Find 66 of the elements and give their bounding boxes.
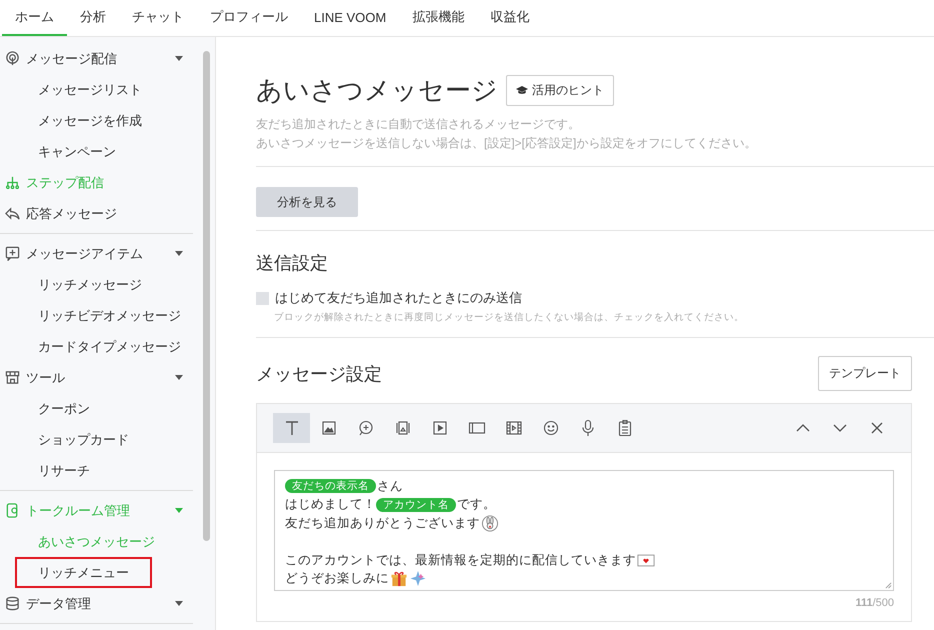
sidebar-item[interactable]: メッセージリスト [0, 74, 193, 105]
template-button[interactable]: テンプレート [818, 356, 912, 391]
note-text: ブロックが解除されたときに再度同じメッセージを送信したくない場合は、チェックを入れてください。 [274, 311, 745, 324]
envelope-emoji-icon [637, 552, 655, 569]
checkbox-label: はじめて友だち追加されたときにのみ送信 [275, 289, 522, 307]
sidebar-item[interactable]: キャンペーン [0, 136, 193, 167]
smiley-icon[interactable] [542, 419, 560, 437]
image-icon[interactable] [320, 419, 338, 437]
sidebar-item[interactable]: リッチメニュー [15, 557, 152, 588]
scrollbar[interactable] [203, 51, 210, 541]
section-heading: 送信設定 [256, 252, 329, 275]
tool-button[interactable] [273, 413, 310, 443]
sidebar-group[interactable]: 応答メッセージ [0, 198, 193, 229]
resize-grip-icon[interactable] [885, 582, 892, 589]
sidebar-item[interactable]: リッチビデオメッセージ [0, 300, 193, 331]
chat-bubble-icon[interactable] [356, 419, 374, 437]
phone-chat-icon [5, 503, 20, 518]
caret-icon [175, 375, 183, 380]
database-icon [5, 596, 20, 611]
sidebar-item[interactable]: リサーチ [0, 455, 193, 486]
nav-tab[interactable]: プロフィール [197, 0, 301, 36]
caret-icon [175, 508, 183, 513]
sidebar-group[interactable]: データ管理 [0, 588, 193, 619]
message-text: はじめまして！ [285, 496, 376, 514]
sidebar-item[interactable]: メッセージを作成 [0, 105, 193, 136]
message-plus-icon [5, 246, 20, 261]
character-counter: 111/500 [854, 596, 895, 611]
message-field[interactable]: 友だちの表示名 さん はじめまして！ アカウント名 です。 友だち追加ありがとうございます このアカウントでは、最新情報を定期的に配信していきます どうぞお楽しみに [274, 470, 894, 591]
view-analysis-button[interactable]: 分析を見る [256, 187, 358, 217]
nav-tab[interactable]: 分析 [67, 0, 119, 36]
message-text: です。 [457, 496, 496, 514]
message-text: このアカウントでは、最新情報を定期的に配信していきます [285, 552, 636, 569]
description-text: 友だち追加されたときに自動で送信されるメッセージです。 [256, 116, 581, 133]
caret-icon [175, 601, 183, 606]
sidebar-group[interactable]: メッセージアイテム [0, 238, 193, 269]
video-icon[interactable] [430, 419, 448, 437]
hint-button[interactable]: 活用のヒント [506, 75, 614, 106]
nav-tab[interactable]: 拡張機能 [399, 0, 478, 36]
nav-tab[interactable]: チャット [119, 0, 197, 36]
sparkle-emoji-icon [409, 570, 427, 588]
caret-icon [175, 251, 183, 256]
sidebar-group[interactable]: メッセージ配信 [0, 43, 193, 74]
nav-tab[interactable]: LINE VOOM [301, 0, 400, 36]
store-icon [5, 370, 20, 385]
tree-icon [5, 175, 20, 190]
caret-icon [175, 56, 183, 61]
broadcast-icon [5, 51, 20, 66]
graduation-cap-icon [516, 86, 528, 95]
page-title: あいさつメッセージ [256, 74, 498, 107]
sidebar-item[interactable]: ショップカード [0, 424, 193, 455]
gift-emoji-icon [390, 570, 408, 588]
sidebar-group[interactable]: ツール [0, 362, 193, 393]
checkbox[interactable] [256, 292, 269, 304]
sidebar-item[interactable]: リッチメッセージ [0, 269, 193, 300]
message-text: さん [377, 478, 403, 495]
message-text: 友だち追加ありがとうございます [285, 514, 480, 532]
section-heading: メッセージ設定 [256, 362, 382, 386]
message-text: どうぞお楽しみに [285, 570, 389, 588]
description-text: あいさつメッセージを送信しない場合は、[設定]>[応答設定]から設定をオフにしてください。 [256, 135, 758, 152]
nav-tab[interactable]: 収益化 [477, 0, 542, 36]
rabbit-emoji-icon [481, 514, 499, 532]
carousel-icon[interactable] [394, 419, 412, 437]
sidebar-item[interactable]: カードタイプメッセージ [0, 331, 193, 362]
reply-icon [5, 206, 20, 221]
film-icon[interactable] [504, 419, 522, 437]
sidebar-item[interactable]: クーポン [0, 393, 193, 424]
